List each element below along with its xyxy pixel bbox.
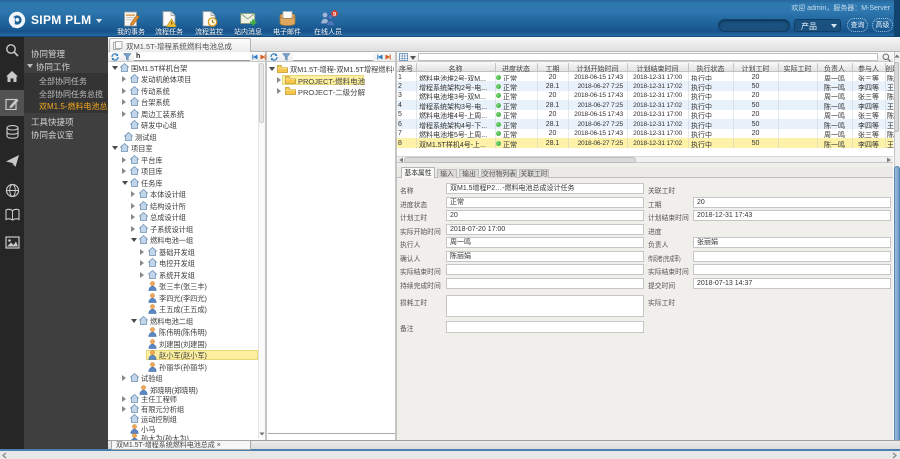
svg-text:9: 9 [333,12,336,18]
